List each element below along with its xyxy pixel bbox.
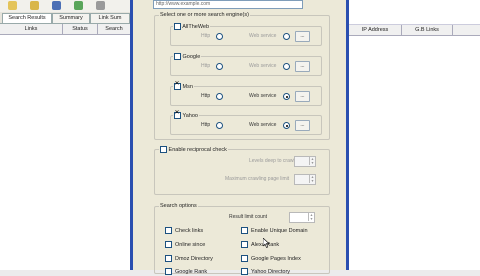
- depth-spinner[interactable]: ▲ ▼: [294, 156, 316, 167]
- result-limit-label: Result limit count: [229, 214, 268, 220]
- reciprocal-checkbox[interactable]: [160, 146, 167, 153]
- google-http-label: Http: [201, 63, 211, 69]
- yahoo-http-radio[interactable]: [216, 122, 223, 129]
- search-engines-group: Select one or more search engine(s) AllT…: [154, 12, 330, 140]
- tab-summary[interactable]: Summary: [52, 13, 90, 23]
- dmoz-directory-label: Dmoz Directory: [175, 255, 213, 262]
- yahoo-http-label: Http: [201, 122, 211, 128]
- unique-domain-checkbox[interactable]: [241, 227, 248, 234]
- unique-domain-label: Enable Unique Domain: [251, 227, 308, 234]
- engine-msn: Msn Http Web service ...: [170, 81, 322, 106]
- reciprocal-check-group: Enable reciprocal check Levels deep to c…: [154, 146, 330, 195]
- engine-alltheweb: AllTheWeb Http Web service ...: [170, 23, 322, 46]
- google-web-label: Web service: [249, 63, 277, 69]
- engine-yahoo: Yahoo Http Web service ...: [170, 110, 322, 135]
- spin-down-icon[interactable]: ▼: [309, 161, 315, 165]
- max-pages-label: Maximum crawling page limit: [225, 176, 290, 182]
- alltheweb-http-radio[interactable]: [216, 33, 223, 40]
- tab-search-results[interactable]: Search Results: [2, 13, 52, 23]
- google-checkbox[interactable]: [174, 53, 181, 60]
- msn-web-label: Web service: [249, 93, 277, 99]
- url-field[interactable]: http://www.example.com: [153, 0, 303, 9]
- alltheweb-http-label: Http: [201, 33, 211, 39]
- msn-http-label: Http: [201, 93, 211, 99]
- search-settings-dialog: http://www.example.com Select one or mor…: [130, 0, 349, 275]
- alltheweb-web-radio[interactable]: [283, 33, 290, 40]
- yahoo-checkbox[interactable]: [174, 110, 181, 119]
- spin-down-icon[interactable]: ▼: [308, 217, 314, 221]
- msn-browse-button[interactable]: ...: [295, 91, 310, 102]
- google-label: Google: [182, 53, 201, 60]
- yahoo-web-label: Web service: [249, 122, 277, 128]
- results-tabs: Search Results Summary Link Sum: [0, 12, 130, 24]
- msn-web-radio[interactable]: [283, 93, 290, 100]
- results-column-header-right: IP Address G.B Links: [349, 24, 480, 36]
- alltheweb-browse-button[interactable]: ...: [295, 31, 310, 42]
- column-status[interactable]: Status: [63, 24, 98, 34]
- search-engines-legend: Select one or more search engine(s): [159, 12, 250, 19]
- online-since-checkbox[interactable]: [165, 241, 172, 248]
- results-column-header: Links Status Search: [0, 24, 130, 35]
- search-options-legend: Search options: [159, 203, 198, 210]
- open-icon[interactable]: [8, 1, 17, 10]
- run-icon[interactable]: [74, 1, 83, 10]
- search-options-group: Search options Result limit count ▲ ▼ Ch…: [154, 203, 330, 275]
- msn-checkbox[interactable]: [174, 81, 181, 90]
- dmoz-directory-checkbox[interactable]: [165, 255, 172, 262]
- tab-link-summary[interactable]: Link Sum: [90, 13, 130, 23]
- mouse-cursor-icon: [263, 238, 270, 248]
- main-toolbar: [0, 0, 130, 12]
- yahoo-web-radio[interactable]: [283, 122, 290, 129]
- column-links[interactable]: Links: [0, 24, 63, 34]
- google-pages-index-checkbox[interactable]: [241, 255, 248, 262]
- reciprocal-label: Enable reciprocal check: [168, 146, 227, 153]
- google-pages-index-label: Google Pages Index: [251, 255, 301, 262]
- column-search[interactable]: Search: [98, 24, 130, 34]
- msn-label: Msn: [182, 83, 193, 90]
- depth-label: Levels deep to crawl: [249, 158, 295, 164]
- results-grid[interactable]: [0, 35, 130, 270]
- yahoo-directory-checkbox[interactable]: [241, 268, 248, 275]
- google-browse-button[interactable]: ...: [295, 61, 310, 72]
- google-http-radio[interactable]: [216, 63, 223, 70]
- alltheweb-label: AllTheWeb: [182, 23, 210, 30]
- alexa-rank-checkbox[interactable]: [241, 241, 248, 248]
- msn-http-radio[interactable]: [216, 93, 223, 100]
- save-icon[interactable]: [52, 1, 61, 10]
- engine-google: Google Http Web service ...: [170, 53, 322, 76]
- google-rank-checkbox[interactable]: [165, 268, 172, 275]
- yahoo-label: Yahoo: [182, 112, 198, 119]
- column-ip-address[interactable]: IP Address: [349, 25, 402, 35]
- check-links-label: Check links: [175, 227, 204, 234]
- spin-down-icon[interactable]: ▼: [309, 179, 315, 183]
- folder-icon[interactable]: [30, 1, 39, 10]
- stop-icon[interactable]: [96, 1, 105, 10]
- results-grid-right[interactable]: [349, 0, 480, 270]
- max-pages-spinner[interactable]: ▲ ▼: [294, 174, 316, 185]
- google-web-radio[interactable]: [283, 63, 290, 70]
- column-gb-links[interactable]: G.B Links: [402, 25, 453, 35]
- check-links-checkbox[interactable]: [165, 227, 172, 234]
- online-since-label: Online since: [175, 241, 206, 248]
- yahoo-browse-button[interactable]: ...: [295, 120, 310, 131]
- alltheweb-checkbox[interactable]: [174, 23, 181, 30]
- alltheweb-web-label: Web service: [249, 33, 277, 39]
- result-limit-spinner[interactable]: ▲ ▼: [289, 212, 315, 223]
